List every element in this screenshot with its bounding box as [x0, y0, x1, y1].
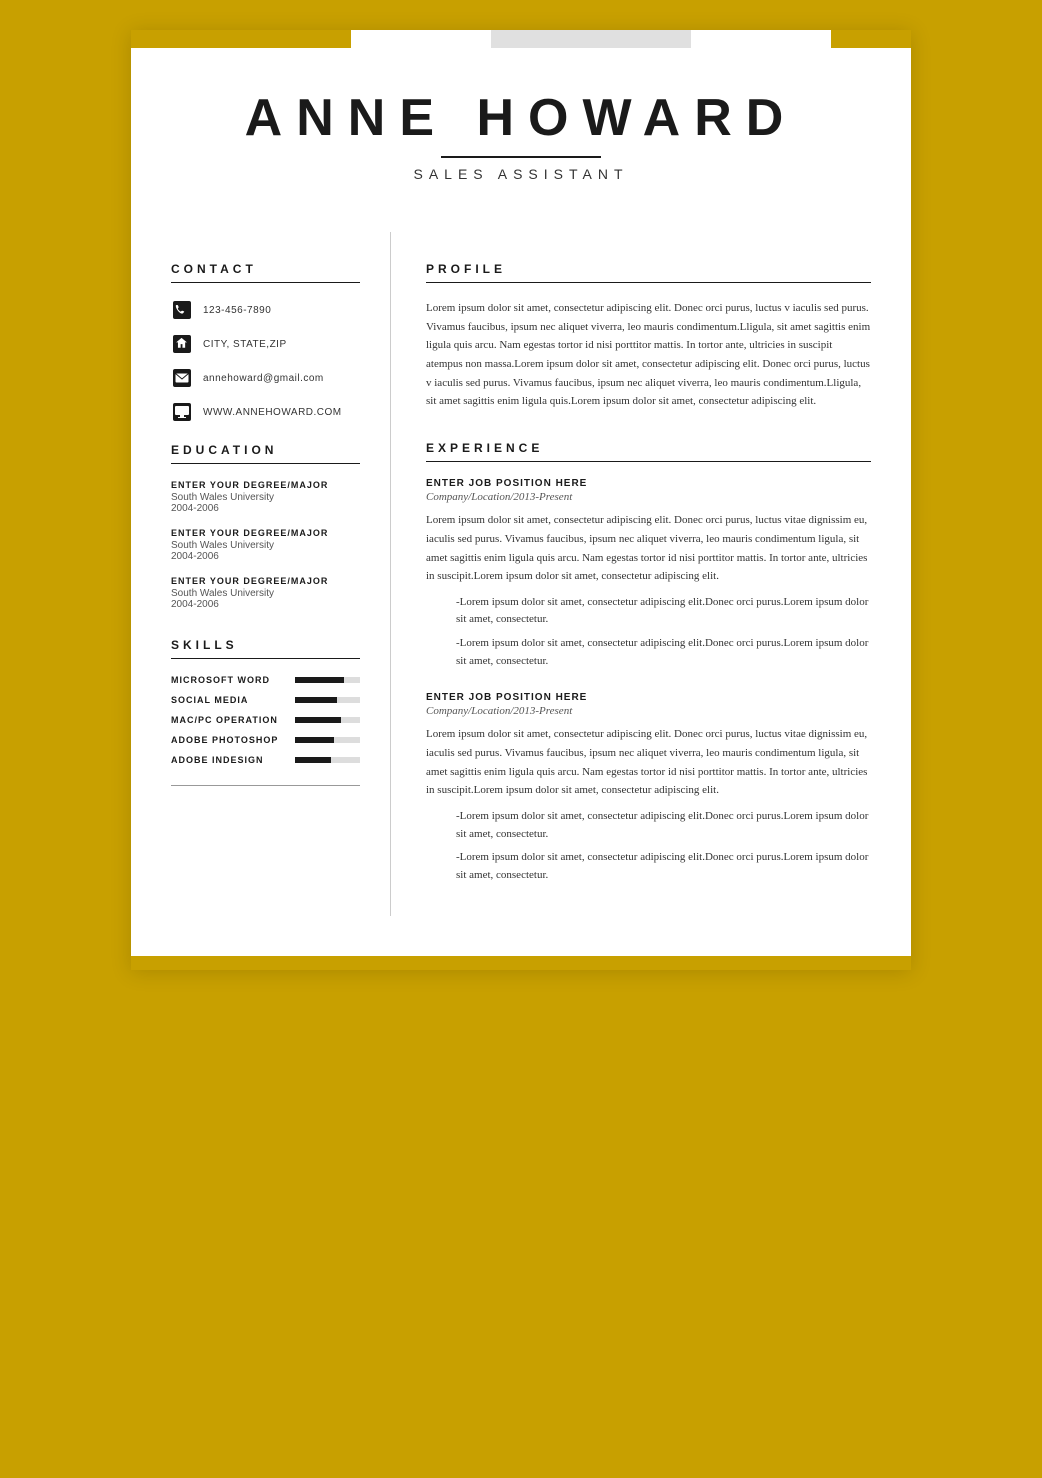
skill-name-4: ADOBE PHOTOSHOP [171, 735, 291, 745]
skill-bar-bg-1 [295, 677, 360, 683]
skill-1: MICROSOFT WORD [171, 675, 360, 685]
edu-degree-3: ENTER YOUR DEGREE/MAJOR [171, 576, 360, 586]
exp-desc-2: Lorem ipsum dolor sit amet, consectetur … [426, 725, 871, 800]
contact-divider [171, 282, 360, 283]
edu-degree-1: ENTER YOUR DEGREE/MAJOR [171, 480, 360, 490]
skill-name-1: MICROSOFT WORD [171, 675, 291, 685]
profile-section-header: PROFILE [426, 262, 871, 276]
exp-bullet-2-2: -Lorem ipsum dolor sit amet, consectetur… [456, 849, 871, 884]
exp-entry-2: ENTER JOB POSITION HERE Company/Location… [426, 692, 871, 884]
skills-divider [171, 658, 360, 659]
main-content: CONTACT 123-456-7890 C [131, 212, 911, 956]
skill-bar-bg-2 [295, 697, 360, 703]
skill-name-2: SOCIAL MEDIA [171, 695, 291, 705]
exp-company-1: Company/Location/2013-Present [426, 491, 871, 503]
applicant-name: ANNE HOWARD [191, 88, 851, 148]
edu-degree-2: ENTER YOUR DEGREE/MAJOR [171, 528, 360, 538]
skill-4: ADOBE PHOTOSHOP [171, 735, 360, 745]
resume-header: ANNE HOWARD SALES ASSISTANT [131, 48, 911, 212]
contact-section-header: CONTACT [171, 262, 360, 276]
experience-divider [426, 461, 871, 462]
exp-company-2: Company/Location/2013-Present [426, 705, 871, 717]
edu-entry-2: ENTER YOUR DEGREE/MAJOR South Wales Univ… [171, 528, 360, 562]
skill-bar-fill-2 [295, 697, 337, 703]
exp-bullet-1-2: -Lorem ipsum dolor sit amet, consectetur… [456, 635, 871, 670]
exp-position-1: ENTER JOB POSITION HERE [426, 478, 871, 489]
edu-years-1: 2004-2006 [171, 503, 360, 514]
education-section-header: EDUCATION [171, 443, 360, 457]
skill-bar-fill-5 [295, 757, 331, 763]
skill-name-3: MAC/PC OPERATION [171, 715, 291, 725]
email-icon [171, 367, 193, 389]
edu-years-3: 2004-2006 [171, 599, 360, 610]
skill-bar-bg-5 [295, 757, 360, 763]
top-bar-right [831, 30, 911, 48]
exp-position-2: ENTER JOB POSITION HERE [426, 692, 871, 703]
edu-school-3: South Wales University [171, 588, 360, 599]
experience-section-header: EXPERIENCE [426, 441, 871, 455]
website-contact: WWW.ANNEHOWARD.COM [171, 401, 360, 423]
skill-5: ADOBE INDESIGN [171, 755, 360, 765]
applicant-title: SALES ASSISTANT [191, 166, 851, 182]
edu-years-2: 2004-2006 [171, 551, 360, 562]
phone-icon [171, 299, 193, 321]
exp-bullet-2-1: -Lorem ipsum dolor sit amet, consectetur… [456, 808, 871, 843]
edu-entry-1: ENTER YOUR DEGREE/MAJOR South Wales Univ… [171, 480, 360, 514]
exp-bullet-1-1: -Lorem ipsum dolor sit amet, consectetur… [456, 594, 871, 629]
header-divider [441, 156, 601, 158]
phone-contact: 123-456-7890 [171, 299, 360, 321]
skill-bar-bg-4 [295, 737, 360, 743]
exp-bullets-1: -Lorem ipsum dolor sit amet, consectetur… [426, 594, 871, 670]
edu-school-1: South Wales University [171, 492, 360, 503]
skills-section-header: SKILLS [171, 638, 360, 652]
profile-divider [426, 282, 871, 283]
skill-bar-bg-3 [295, 717, 360, 723]
top-bar-center [491, 30, 691, 48]
education-divider [171, 463, 360, 464]
email-text: annehoward@gmail.com [203, 373, 324, 384]
profile-text: Lorem ipsum dolor sit amet, consectetur … [426, 299, 871, 411]
resume-document: ANNE HOWARD SALES ASSISTANT CONTACT 123-… [131, 30, 911, 970]
edu-school-2: South Wales University [171, 540, 360, 551]
home-icon [171, 333, 193, 355]
skill-bar-fill-4 [295, 737, 334, 743]
edu-entry-3: ENTER YOUR DEGREE/MAJOR South Wales Univ… [171, 576, 360, 610]
right-column: PROFILE Lorem ipsum dolor sit amet, cons… [391, 232, 911, 916]
left-column: CONTACT 123-456-7890 C [131, 232, 391, 916]
phone-number: 123-456-7890 [203, 305, 271, 316]
skill-2: SOCIAL MEDIA [171, 695, 360, 705]
bottom-decoration [131, 956, 911, 970]
website-text: WWW.ANNEHOWARD.COM [203, 407, 342, 418]
exp-desc-1: Lorem ipsum dolor sit amet, consectetur … [426, 511, 871, 586]
monitor-icon [171, 401, 193, 423]
skills-bottom-line [171, 785, 360, 786]
skill-bar-fill-1 [295, 677, 344, 683]
skill-name-5: ADOBE INDESIGN [171, 755, 291, 765]
address-contact: CITY, STATE,ZIP [171, 333, 360, 355]
address-text: CITY, STATE,ZIP [203, 339, 287, 350]
exp-bullets-2: -Lorem ipsum dolor sit amet, consectetur… [426, 808, 871, 884]
exp-entry-1: ENTER JOB POSITION HERE Company/Location… [426, 478, 871, 670]
top-bar-left [131, 30, 351, 48]
email-contact: annehoward@gmail.com [171, 367, 360, 389]
skill-bar-fill-3 [295, 717, 341, 723]
top-decoration [131, 30, 911, 48]
skill-3: MAC/PC OPERATION [171, 715, 360, 725]
